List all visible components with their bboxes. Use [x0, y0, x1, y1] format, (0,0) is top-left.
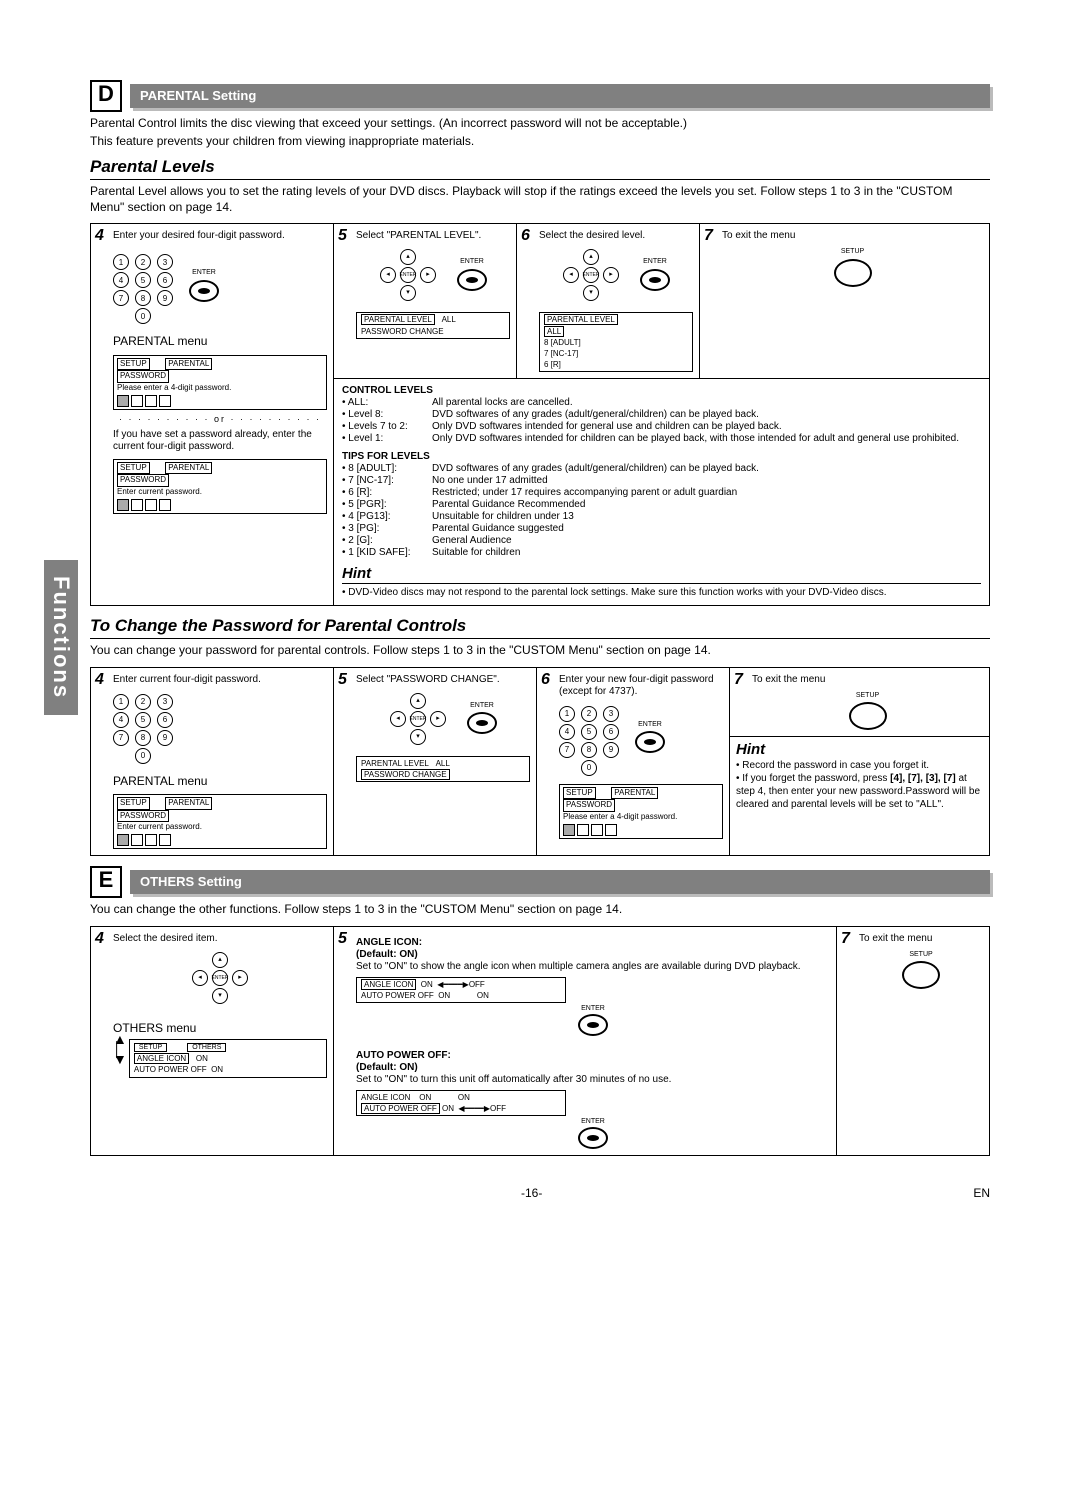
enter-label: ENTER	[356, 1118, 830, 1126]
pw-hint2: • If you forget the password, press [4],…	[736, 772, 983, 811]
osd-pw-new: SETUP PARENTAL PASSWORD Please enter a 4…	[559, 784, 723, 839]
enter-label: ENTER	[467, 702, 497, 710]
pw-step6-num: 6	[541, 670, 550, 689]
enter-label: ENTER	[189, 269, 219, 277]
or-separator: · · · · · · · · · · or · · · · · · · · ·…	[113, 414, 327, 425]
control-levels-title: CONTROL LEVELS	[342, 385, 981, 397]
change-pw-desc: You can change your password for parenta…	[90, 643, 990, 659]
page-footer: -16- EN	[90, 1186, 990, 1200]
enter-button[interactable]: ENTER	[640, 258, 670, 292]
osd-parental-level: PARENTAL LEVEL ALL PASSWORD CHANGE	[356, 312, 510, 338]
angle-body: Set to "ON" to show the angle icon when …	[356, 961, 830, 973]
pw-step4-num: 4	[95, 670, 104, 689]
setup-label: SETUP	[722, 248, 983, 256]
osd-autopower: ANGLE ICON ON ON AUTO POWER OFF ON ◀━━━━…	[356, 1090, 566, 1116]
change-pw-steps: 4 Enter current four-digit password. 123…	[90, 667, 990, 857]
numeric-keypad[interactable]: 123 456 789 0	[559, 704, 619, 778]
numeric-keypad[interactable]: 123 456 789 0	[113, 692, 173, 766]
section-d-intro1: Parental Control limits the disc viewing…	[90, 116, 990, 132]
pw-hint1: • Record the password in case you forget…	[736, 759, 983, 772]
step6-num: 6	[521, 226, 530, 245]
page-number: -16-	[521, 1186, 542, 1200]
change-pw-heading: To Change the Password for Parental Cont…	[90, 616, 990, 639]
enter-button[interactable]	[578, 1127, 608, 1149]
step4-text: Enter your desired four-digit password.	[113, 230, 327, 242]
enter-label: ENTER	[356, 1005, 830, 1013]
autopower-body: Set to "ON" to turn this unit off automa…	[356, 1074, 830, 1086]
autopower-default: (Default: ON)	[356, 1062, 830, 1074]
pw-step4-text: Enter current four-digit password.	[113, 674, 327, 686]
setup-button[interactable]: SETUP	[722, 248, 983, 286]
control-levels-list: • ALL:All parental locks are cancelled.•…	[342, 397, 981, 445]
enter-label: ENTER	[640, 258, 670, 266]
pw-step6-text: Enter your new four-digit password (exce…	[559, 674, 723, 698]
enter-button[interactable]: ENTER	[189, 269, 219, 303]
numeric-keypad[interactable]: 123 456 789 0	[113, 252, 173, 326]
page-lang: EN	[973, 1186, 990, 1200]
step5-text: Select "PARENTAL LEVEL".	[356, 230, 510, 242]
autopower-title: AUTO POWER OFF:	[356, 1050, 830, 1062]
parental-menu-title: PARENTAL menu	[113, 334, 327, 348]
enter-button[interactable]: ENTER	[635, 721, 665, 755]
pw-step7-text: To exit the menu	[752, 674, 983, 686]
nav-cluster[interactable]: ▴ ◂ENTER▸ ▾	[562, 248, 620, 302]
pw-step5-text: Select "PASSWORD CHANGE".	[356, 674, 530, 686]
parental-levels-desc: Parental Level allows you to set the rat…	[90, 184, 990, 215]
enter-button[interactable]	[578, 1014, 608, 1036]
section-d-letter: D	[90, 80, 122, 112]
nav-cluster[interactable]: ▴ ◂ENTER▸ ▾	[389, 692, 447, 746]
section-e-title: OTHERS Setting	[130, 870, 990, 894]
tips-title: TIPS FOR LEVELS	[342, 451, 981, 463]
o-step7-text: To exit the menu	[859, 933, 983, 945]
osd-others: SETUPOTHERS ANGLE ICON ON AUTO POWER OFF…	[129, 1039, 327, 1077]
setup-button[interactable]: SETUP	[752, 692, 983, 730]
osd-new-password: SETUP PARENTAL PASSWORD Please enter a 4…	[113, 355, 327, 410]
others-menu-title: OTHERS menu	[113, 1021, 327, 1035]
nav-cluster[interactable]: ▴ ◂ENTER▸ ▾	[191, 951, 249, 1005]
section-e-header: E OTHERS Setting	[90, 866, 990, 898]
hint-body: • DVD-Video discs may not respond to the…	[342, 586, 981, 599]
section-e-letter: E	[90, 866, 122, 898]
step5-num: 5	[338, 226, 347, 245]
osd-pw-current: SETUP PARENTAL PASSWORD Enter current pa…	[113, 794, 327, 849]
osd-current-password: SETUP PARENTAL PASSWORD Enter current pa…	[113, 459, 327, 514]
o-step4-num: 4	[95, 929, 104, 948]
pw-parental-menu-title: PARENTAL menu	[113, 774, 327, 788]
section-d-title: PARENTAL Setting	[130, 84, 990, 108]
step7-num: 7	[704, 226, 713, 245]
others-steps: 4 Select the desired item. ▴ ◂ENTER▸ ▾ O…	[90, 926, 990, 1156]
enter-label: ENTER	[635, 721, 665, 729]
setup-label: SETUP	[859, 951, 983, 959]
o-step5-num: 5	[338, 929, 347, 948]
or-text: If you have set a password already, ente…	[113, 429, 327, 453]
o-step7-num: 7	[841, 929, 850, 948]
angle-icon-title: ANGLE ICON:	[356, 937, 830, 949]
updown-icon: ▲│▼	[113, 1035, 127, 1077]
parental-levels-steps: 4 Enter your desired four-digit password…	[90, 223, 990, 606]
nav-cluster[interactable]: ▴ ◂ENTER▸ ▾	[379, 248, 437, 302]
osd-angle: ANGLE ICON ON ◀━━━━▶OFF AUTO POWER OFF O…	[356, 977, 566, 1003]
o-step4-text: Select the desired item.	[113, 933, 327, 945]
pw-step7-num: 7	[734, 670, 743, 689]
step7-text: To exit the menu	[722, 230, 983, 242]
angle-default: (Default: ON)	[356, 949, 830, 961]
section-d-intro2: This feature prevents your children from…	[90, 134, 990, 150]
tips-list: • 8 [ADULT]:DVD softwares of any grades …	[342, 463, 981, 559]
section-e-desc: You can change the other functions. Foll…	[90, 902, 990, 918]
pw-step5-num: 5	[338, 670, 347, 689]
osd-pw-change: PARENTAL LEVEL ALL PASSWORD CHANGE	[356, 756, 530, 782]
enter-button[interactable]: ENTER	[467, 702, 497, 736]
side-tab-functions: Functions	[44, 560, 78, 715]
section-d-header: D PARENTAL Setting	[90, 80, 990, 112]
osd-select-level: PARENTAL LEVEL ALL 8 [ADULT] 7 [NC-17] 6…	[539, 312, 693, 372]
setup-label: SETUP	[752, 692, 983, 700]
enter-label: ENTER	[457, 258, 487, 266]
enter-button[interactable]: ENTER	[457, 258, 487, 292]
pw-hint-title: Hint	[736, 741, 983, 759]
step4-num: 4	[95, 226, 104, 245]
setup-button[interactable]: SETUP	[859, 951, 983, 989]
hint-title: Hint	[342, 565, 981, 584]
step6-text: Select the desired level.	[539, 230, 693, 242]
parental-levels-heading: Parental Levels	[90, 157, 990, 180]
